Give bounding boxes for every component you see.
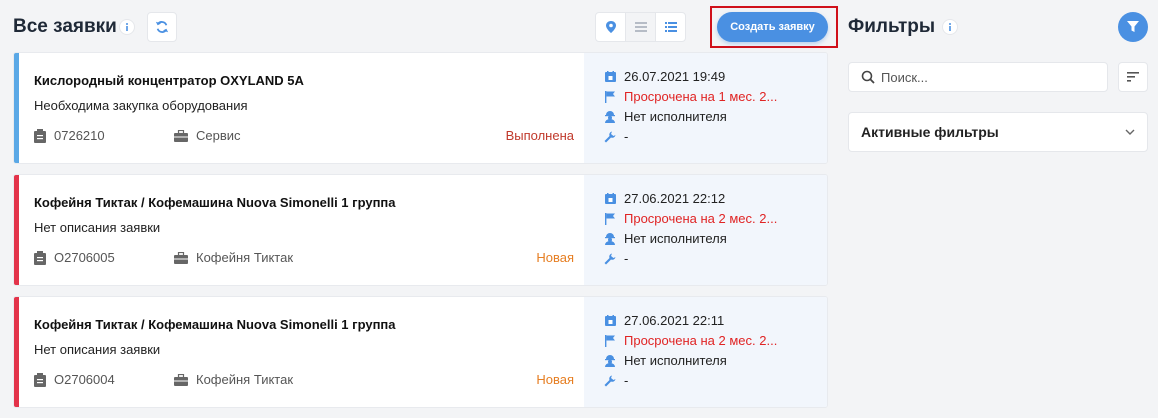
request-card[interactable]: Кофейня Тиктак / Кофемашина Nuova Simone… [13,174,828,286]
client-name: Кофейня Тиктак [196,250,294,265]
flag-icon [604,212,615,225]
briefcase-icon [174,129,188,142]
wrench-icon [604,375,616,386]
request-description: Нет описания заявки [34,342,161,357]
info-icon[interactable] [119,19,135,35]
worker-icon [605,232,615,245]
compact-list-view-button[interactable] [625,13,655,41]
status-badge: Выполнена [505,128,574,143]
executor: Нет исполнителя [624,109,727,124]
calendar-icon [604,315,616,326]
map-view-button[interactable] [596,13,625,41]
worker-icon [605,354,615,367]
sort-button[interactable] [1118,62,1148,92]
created-date: 26.07.2021 19:49 [624,69,726,84]
request-number: O2706004 [54,372,115,387]
filter-button[interactable] [1118,12,1148,42]
created-date: 27.06.2021 22:11 [624,313,725,328]
request-description: Необходима закупка оборудования [34,98,248,113]
flag-icon [604,90,615,103]
clipboard-icon [34,128,46,143]
detailed-list-view-button[interactable] [655,13,685,41]
active-filters-accordion[interactable]: Активные фильтры [848,112,1148,152]
request-description: Нет описания заявки [34,220,161,235]
funnel-icon [1127,21,1139,32]
overdue-text: Просрочена на 1 мес. 2... [624,89,778,104]
map-pin-icon [605,21,616,33]
briefcase-icon [174,251,188,264]
clipboard-icon [34,250,46,265]
executor: Нет исполнителя [624,353,727,368]
overdue-text: Просрочена на 2 мес. 2... [624,211,778,226]
executor: Нет исполнителя [624,231,727,246]
request-details: 27.06.2021 22:11 Просрочена на 2 мес. 2.… [584,297,827,407]
request-details: 27.06.2021 22:12 Просрочена на 2 мес. 2.… [584,175,827,285]
briefcase-icon [174,373,188,386]
status-badge: Новая [536,250,574,265]
request-number: 0726210 [54,128,105,143]
status-stripe [14,297,19,407]
wrench-icon [604,131,616,142]
lines-icon [634,22,647,32]
refresh-button[interactable] [147,12,177,42]
request-details: 26.07.2021 19:49 Просрочена на 1 мес. 2.… [584,53,827,163]
flag-icon [604,334,615,347]
search-input[interactable] [881,69,1081,85]
active-filters-label: Активные фильтры [861,124,999,140]
work-type: - [624,129,629,144]
request-number: O2706005 [54,250,115,265]
view-switcher [595,12,686,42]
request-title: Кофейня Тиктак / Кофемашина Nuova Simone… [34,317,396,332]
overdue-text: Просрочена на 2 мес. 2... [624,333,778,348]
create-request-button[interactable]: Создать заявку [717,12,828,42]
search-icon [861,70,875,84]
chevron-down-icon [1125,129,1135,135]
calendar-icon [604,71,616,82]
client-name: Сервис [196,128,241,143]
clipboard-icon [34,372,46,387]
status-stripe [14,53,19,163]
status-stripe [14,175,19,285]
filters-info-icon[interactable] [942,19,958,35]
created-date: 27.06.2021 22:12 [624,191,726,206]
calendar-icon [604,193,616,204]
list-icon [664,22,677,32]
page-title: Все заявки [13,16,117,37]
sort-icon [1127,72,1139,82]
refresh-icon [155,21,169,33]
request-card[interactable]: Кофейня Тиктак / Кофемашина Nuova Simone… [13,296,828,408]
wrench-icon [604,253,616,264]
work-type: - [624,251,629,266]
request-title: Кислородный концентратор OXYLAND 5A [34,73,304,88]
worker-icon [605,110,615,123]
request-title: Кофейня Тиктак / Кофемашина Nuova Simone… [34,195,396,210]
status-badge: Новая [536,372,574,387]
filters-title: Фильтры [848,16,936,37]
request-card[interactable]: Кислородный концентратор OXYLAND 5A Необ… [13,52,828,164]
search-box [848,62,1108,92]
client-name: Кофейня Тиктак [196,372,294,387]
work-type: - [624,373,629,388]
